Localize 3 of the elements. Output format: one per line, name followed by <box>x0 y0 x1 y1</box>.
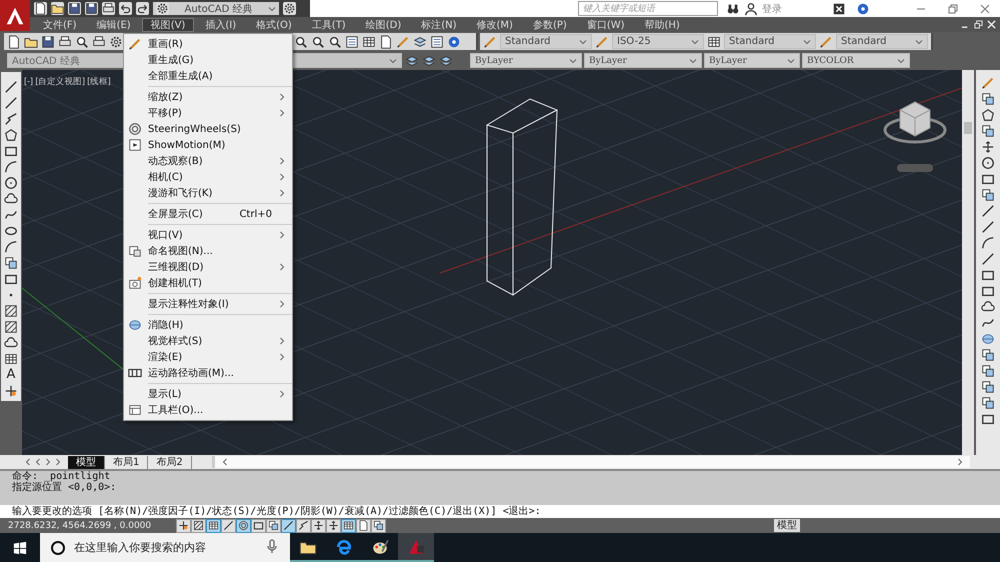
command-history-line: 指定源位置 <0,0,0>: <box>12 482 118 493</box>
command-history-line: 命令: _pointlight <box>12 471 112 482</box>
coordinates-readout: 2728.6232, 4564.2699 , 0.0000 <box>7 520 152 530</box>
